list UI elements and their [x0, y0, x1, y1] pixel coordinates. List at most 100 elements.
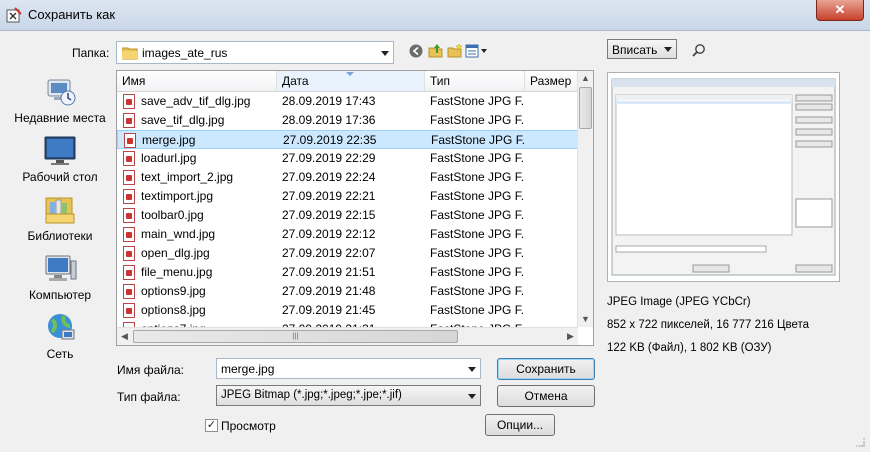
file-row[interactable]: save_adv_tif_dlg.jpg 28.09.2019 17:43 Fast…	[117, 92, 579, 111]
file-row[interactable]: open_dlg.jpg 27.09.2019 22:07 FastStone JP…	[117, 244, 579, 263]
file-name: file_menu.jpg	[141, 265, 213, 279]
resize-grip-icon[interactable]	[854, 436, 866, 448]
place-label: Сеть	[46, 347, 74, 361]
chevron-down-icon	[664, 47, 672, 52]
place-label: Рабочий стол	[22, 170, 98, 184]
file-name: options8.jpg	[141, 303, 206, 317]
place-recent[interactable]: Недавние места	[10, 76, 110, 125]
file-row[interactable]: save_tif_dlg.jpg 28.09.2019 17:36 FastSton…	[117, 111, 579, 130]
scroll-left-icon[interactable]: ◀	[117, 329, 132, 344]
place-libraries[interactable]: Библиотеки	[10, 194, 110, 243]
jpg-file-icon	[123, 208, 135, 223]
file-row[interactable]: textimport.jpg 27.09.2019 22:21 FastStone …	[117, 187, 579, 206]
close-button[interactable]: ✕	[816, 0, 864, 21]
jpg-file-icon	[123, 113, 135, 128]
horizontal-scroll-thumb[interactable]: |||	[133, 330, 458, 343]
file-type: FastStone JPG F...	[430, 170, 525, 184]
jpg-file-icon	[123, 94, 135, 109]
file-name: toolbar0.jpg	[141, 208, 204, 222]
file-date: 27.09.2019 21:51	[282, 265, 376, 279]
file-list-header: Имя Дата Тип Размер	[117, 71, 593, 92]
preview-fit-value: Вписать	[612, 43, 658, 57]
file-list[interactable]: Имя Дата Тип Размер save_adv_tif_dlg.jpg…	[116, 70, 594, 346]
file-date: 27.09.2019 22:35	[283, 133, 377, 147]
place-desktop[interactable]: Рабочий стол	[10, 135, 110, 184]
jpg-file-icon	[123, 284, 135, 299]
scroll-down-icon[interactable]: ▼	[578, 312, 593, 327]
filename-value: merge.jpg	[221, 362, 275, 376]
file-name: options9.jpg	[141, 284, 206, 298]
file-row[interactable]: main_wnd.jpg 27.09.2019 22:12 FastStone JP…	[117, 225, 579, 244]
place-label: Библиотеки	[27, 229, 93, 243]
file-row[interactable]: options8.jpg 27.09.2019 21:45 FastStone JP…	[117, 301, 579, 320]
window-title: Сохранить как	[28, 7, 116, 22]
folder-icon	[122, 47, 138, 60]
file-type: FastStone JPG F...	[430, 113, 525, 127]
file-type: FastStone JPG F...	[430, 189, 525, 203]
up-folder-icon[interactable]	[428, 43, 444, 59]
file-type: FastStone JPG F...	[430, 246, 525, 260]
file-row[interactable]: options9.jpg 27.09.2019 21:48 FastStone JP…	[117, 282, 579, 301]
save-as-dialog: Сохранить как ✕ Папка: images_ate_rus Вп…	[0, 0, 870, 452]
image-size: 122 KB (Файл), 1 802 KB (ОЗУ)	[607, 342, 772, 354]
image-format: JPEG Image (JPEG YCbCr)	[607, 296, 751, 308]
file-date: 27.09.2019 21:45	[282, 303, 376, 317]
file-date: 27.09.2019 22:29	[282, 151, 376, 165]
file-row[interactable]: file_menu.jpg 27.09.2019 21:51 FastStone J…	[117, 263, 579, 282]
file-type: FastStone JPG F...	[430, 94, 525, 108]
zoom-icon[interactable]	[692, 43, 706, 57]
title-bar: Сохранить как ✕	[0, 0, 870, 31]
file-date: 27.09.2019 22:24	[282, 170, 376, 184]
place-network[interactable]: Сеть	[10, 312, 110, 361]
file-type: FastStone JPG F...	[430, 303, 525, 317]
view-menu-icon[interactable]	[465, 44, 489, 58]
file-row[interactable]: loadurl.jpg 27.09.2019 22:29 FastStone JPG…	[117, 149, 579, 168]
new-folder-icon[interactable]	[447, 43, 463, 59]
file-name: merge.jpg	[142, 133, 196, 147]
scroll-right-icon[interactable]: ▶	[563, 329, 578, 344]
chevron-down-icon	[381, 50, 389, 56]
horizontal-scrollbar[interactable]: ◀ ||| ▶	[117, 327, 578, 345]
filename-input[interactable]: merge.jpg	[216, 358, 481, 379]
filetype-select[interactable]: JPEG Bitmap (*.jpg;*.jpeg;*.jpe;*.jif)	[216, 385, 481, 406]
jpg-file-icon	[123, 170, 135, 185]
close-icon: ✕	[834, 2, 846, 17]
place-computer[interactable]: Компьютер	[10, 253, 110, 302]
network-icon	[42, 312, 78, 344]
file-type: FastStone JPG F...	[431, 133, 526, 147]
column-header-name[interactable]: Имя	[117, 71, 277, 91]
back-icon[interactable]	[409, 44, 423, 58]
options-button[interactable]: Опции...	[485, 414, 555, 436]
jpg-file-icon	[123, 189, 135, 204]
folder-label: Папка:	[72, 46, 110, 60]
file-type: FastStone JPG F...	[430, 284, 525, 298]
file-date: 27.09.2019 21:48	[282, 284, 376, 298]
jpg-file-icon	[124, 133, 136, 148]
chevron-down-icon	[468, 393, 476, 399]
libraries-icon	[42, 194, 78, 226]
folder-value: images_ate_rus	[142, 46, 228, 60]
image-preview	[607, 72, 840, 282]
vertical-scrollbar[interactable]: ▲ ▼	[577, 71, 593, 327]
file-date: 28.09.2019 17:43	[282, 94, 376, 108]
desktop-icon	[42, 135, 78, 167]
file-row[interactable]: toolbar0.jpg 27.09.2019 22:15 FastStone JP…	[117, 206, 579, 225]
column-header-size[interactable]: Размер	[525, 71, 585, 91]
file-name: save_adv_tif_dlg.jpg	[141, 94, 251, 108]
preview-checkbox[interactable]: ✓	[205, 419, 218, 432]
file-row[interactable]: merge.jpg 27.09.2019 22:35 FastStone JPG F…	[117, 130, 579, 149]
jpg-file-icon	[123, 227, 135, 242]
jpg-file-icon	[123, 303, 135, 318]
jpg-file-icon	[123, 151, 135, 166]
recent-places-icon	[42, 76, 78, 108]
column-header-type[interactable]: Тип	[425, 71, 525, 91]
cancel-button[interactable]: Отмена	[497, 385, 595, 407]
file-row[interactable]: text_import_2.jpg 27.09.2019 22:24 FastSto…	[117, 168, 579, 187]
folder-select[interactable]: images_ate_rus	[116, 41, 394, 64]
file-type: FastStone JPG F...	[430, 265, 525, 279]
save-button[interactable]: Сохранить	[497, 358, 595, 380]
file-type: FastStone JPG F...	[430, 151, 525, 165]
scroll-up-icon[interactable]: ▲	[578, 71, 593, 86]
vertical-scroll-thumb[interactable]	[579, 87, 592, 129]
preview-fit-select[interactable]: Вписать	[607, 39, 677, 59]
